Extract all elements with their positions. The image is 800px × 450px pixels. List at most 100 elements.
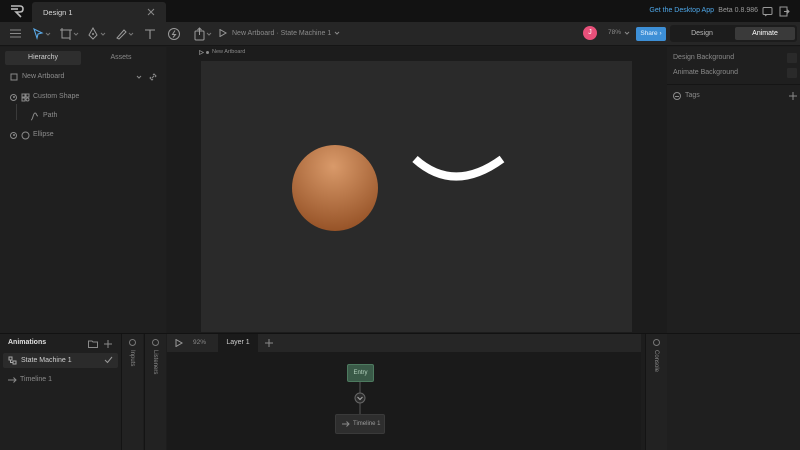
tree-item-label: Ellipse [33, 131, 54, 138]
timeline-node[interactable]: Timeline 1 [335, 414, 385, 434]
inputs-panel-strip[interactable]: Inputs [121, 334, 143, 450]
path-icon [30, 111, 39, 120]
tab-layer-1[interactable]: Layer 1 [218, 334, 258, 352]
mode-switch: Design Animate [670, 25, 797, 42]
avatar[interactable]: J [583, 26, 597, 40]
tree-item-label: Path [43, 112, 58, 119]
timeline-node-label: Timeline 1 [353, 421, 381, 427]
pen-tool-icon[interactable] [86, 27, 108, 41]
dot-icon [206, 50, 209, 54]
panel-tabs: Hierarchy Assets [5, 51, 161, 65]
add-layer-icon[interactable] [265, 339, 273, 347]
share-button[interactable]: Share › [636, 27, 666, 41]
visibility-toggle-icon[interactable] [10, 131, 17, 139]
menu-icon[interactable] [10, 29, 21, 43]
ellipse-icon [21, 131, 30, 139]
link-icon[interactable] [149, 73, 157, 81]
help-icon[interactable] [762, 6, 773, 17]
animation-item-state-machine[interactable]: State Machine 1 [3, 353, 118, 368]
state-machine-icon [8, 356, 17, 365]
graph-toolbar: 92% Layer 1 [167, 334, 641, 352]
artboard-label-text: New Artboard [212, 49, 246, 55]
inspector-panel: Design Background Animate Background Tag… [667, 47, 800, 333]
state-machine-graph[interactable] [167, 352, 641, 450]
animate-mode-button[interactable]: Animate [735, 27, 795, 40]
animate-background-row[interactable]: Animate Background [673, 67, 797, 79]
play-icon[interactable] [175, 339, 183, 347]
design-background-swatch[interactable] [787, 53, 797, 63]
title-bar: Design 1 Get the Desktop App Beta 0.8.98… [0, 0, 800, 22]
brush-tool-icon[interactable] [114, 27, 136, 41]
rive-logo-icon[interactable] [9, 4, 25, 18]
visibility-toggle-icon[interactable] [10, 93, 17, 101]
divider [667, 84, 800, 85]
bottom-right-panel [667, 334, 800, 450]
artboard[interactable] [201, 61, 632, 332]
chevron-down-icon[interactable] [334, 30, 340, 36]
timeline-icon [8, 376, 17, 383]
play-icon[interactable] [219, 29, 227, 37]
listeners-panel-strip[interactable]: Listeners [144, 334, 166, 450]
custom-shape-icon [21, 93, 30, 101]
graph-zoom[interactable]: 92% [193, 339, 206, 346]
design-background-row[interactable]: Design Background [673, 52, 797, 64]
tree-item-path[interactable]: Path [30, 110, 57, 122]
console-label: Console [653, 350, 659, 373]
add-animation-icon[interactable] [104, 340, 112, 348]
zoom-value: 78% [608, 29, 622, 36]
tree-item-custom-shape[interactable]: Custom Shape [10, 91, 79, 103]
ellipse-shape[interactable] [292, 145, 378, 231]
close-icon[interactable] [146, 7, 156, 17]
chevron-down-icon[interactable] [136, 74, 142, 80]
animation-item-timeline[interactable]: Timeline 1 [8, 376, 52, 383]
artboard-tool-icon[interactable] [59, 27, 81, 41]
share-label: Share [640, 30, 658, 37]
tags-row[interactable]: Tags [673, 90, 797, 102]
listeners-toggle-icon[interactable] [152, 339, 159, 346]
animation-item-label: Timeline 1 [20, 376, 53, 383]
tags-toggle-icon[interactable] [673, 92, 681, 100]
timeline-icon [342, 421, 350, 427]
animation-item-label: State Machine 1 [21, 357, 72, 364]
inputs-toggle-icon[interactable] [129, 339, 136, 346]
tree-guide [16, 104, 17, 120]
tree-item-ellipse[interactable]: Ellipse [10, 129, 54, 141]
artboard-label[interactable]: New Artboard [199, 49, 245, 55]
console-panel-strip[interactable]: Console [645, 334, 667, 450]
graph-connections [354, 382, 366, 414]
animate-background-swatch[interactable] [787, 68, 797, 78]
animations-panel: Animations State Machine 1 Timeline 1 [0, 334, 121, 450]
entry-node[interactable]: Entry [347, 364, 374, 382]
play-icon[interactable] [199, 49, 204, 55]
export-icon[interactable] [193, 27, 215, 41]
hierarchy-panel: Hierarchy Assets New Artboard Custom Sha… [0, 47, 166, 333]
animate-background-label: Animate Background [673, 69, 738, 76]
transition-icon[interactable] [354, 392, 366, 404]
inputs-label: Inputs [129, 350, 135, 367]
exit-icon[interactable] [779, 6, 790, 17]
document-tab[interactable]: Design 1 [32, 2, 166, 22]
breadcrumb-label: New Artboard · State Machine 1 [232, 29, 332, 37]
desktop-app-link[interactable]: Get the Desktop App [649, 7, 714, 14]
select-tool-icon[interactable] [32, 27, 52, 41]
tree-item-label: Custom Shape [33, 93, 80, 100]
console-toggle-icon[interactable] [653, 339, 660, 346]
tree-item-artboard[interactable]: New Artboard [10, 71, 160, 83]
design-mode-button[interactable]: Design [672, 27, 732, 40]
tags-label: Tags [685, 92, 700, 99]
tab-assets[interactable]: Assets [83, 51, 159, 65]
tab-hierarchy[interactable]: Hierarchy [5, 51, 81, 65]
zoom-dropdown[interactable]: 78% [608, 29, 630, 36]
text-tool-icon[interactable] [144, 27, 156, 41]
breadcrumb[interactable]: New Artboard · State Machine 1 [219, 29, 340, 37]
version-label: Beta 0.8.986 [718, 7, 758, 14]
artboard-icon [10, 73, 18, 81]
chevron-down-icon [624, 31, 630, 35]
new-folder-icon[interactable] [88, 340, 98, 348]
toolbar: New Artboard · State Machine 1 J 78% Sha… [0, 22, 800, 46]
check-icon [104, 356, 113, 364]
document-tab-label: Design 1 [43, 7, 73, 17]
bones-tool-icon[interactable] [167, 27, 181, 41]
add-tag-icon[interactable] [789, 92, 797, 100]
custom-shape-path[interactable] [412, 155, 505, 181]
